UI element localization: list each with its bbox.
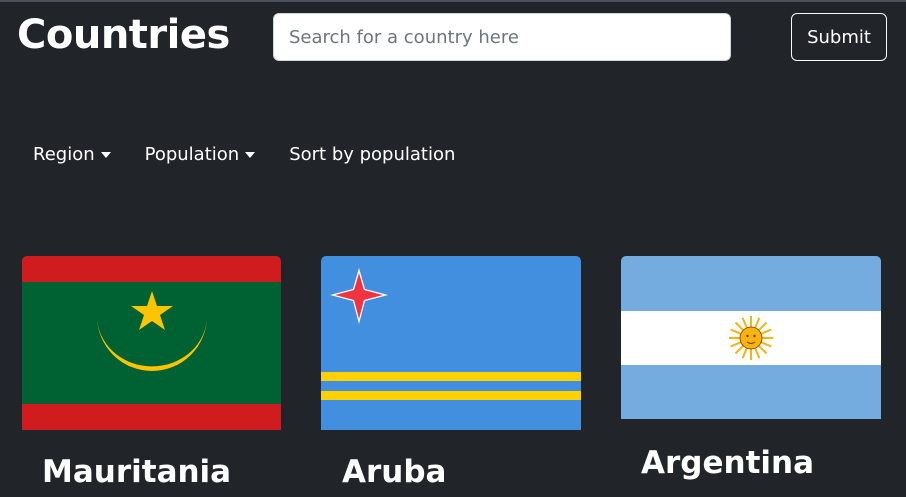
population-dropdown-label: Population xyxy=(144,144,240,165)
mauritania-flag-icon xyxy=(22,256,281,430)
brand-title[interactable]: Countries xyxy=(17,10,230,60)
country-card-mauritania[interactable]: Mauritania xyxy=(22,256,282,492)
country-card-argentina[interactable]: Argentina xyxy=(621,256,881,483)
caret-down-icon xyxy=(100,152,111,158)
population-dropdown[interactable]: Population xyxy=(145,141,256,169)
aruba-flag-icon xyxy=(321,256,581,430)
filter-bar: Region Population Sort by population xyxy=(33,141,489,169)
country-card-aruba[interactable]: Aruba xyxy=(321,256,581,492)
region-dropdown[interactable]: Region xyxy=(33,141,111,169)
country-name: Argentina xyxy=(641,445,814,481)
region-dropdown-label: Region xyxy=(33,144,95,165)
search-input[interactable] xyxy=(273,13,731,61)
sort-by-population-label: Sort by population xyxy=(289,144,456,165)
caret-down-icon xyxy=(245,152,256,158)
country-name: Mauritania xyxy=(42,454,232,490)
argentina-flag-icon xyxy=(621,256,881,419)
submit-button[interactable]: Submit xyxy=(791,13,887,61)
sort-by-population-link[interactable]: Sort by population xyxy=(289,141,455,169)
country-name: Aruba xyxy=(342,454,447,490)
